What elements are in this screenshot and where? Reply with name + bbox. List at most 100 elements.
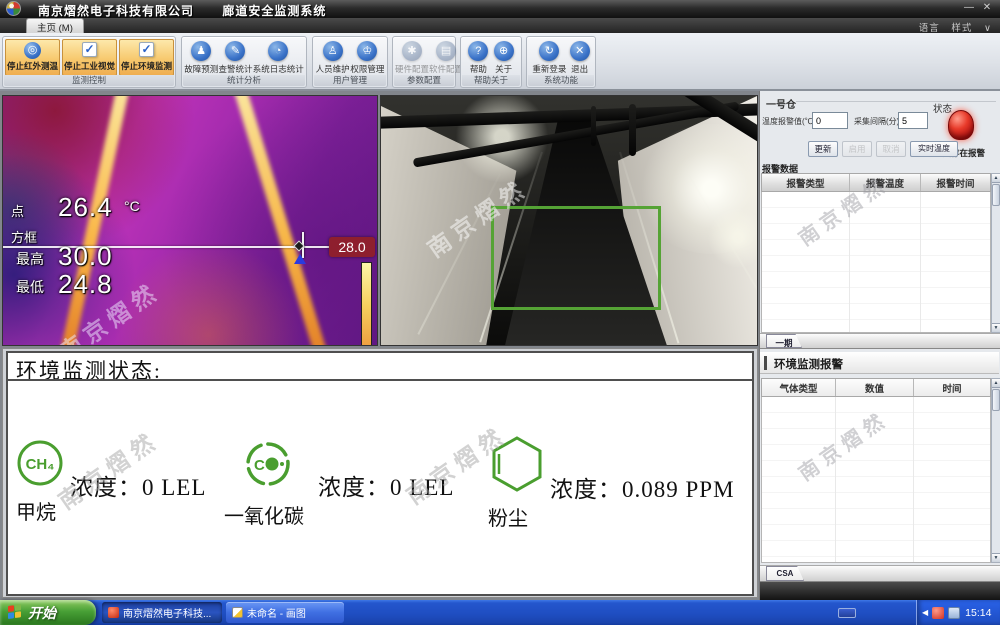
checkbox-check-icon: ✓ — [82, 42, 97, 57]
taskbar-task-paint[interactable]: 未命名 - 画图 — [226, 602, 344, 623]
scroll-up-arrow[interactable]: ▲ — [992, 379, 1000, 388]
taskbar-task-monitor-app[interactable]: 南京熠然电子科技... — [102, 602, 222, 623]
start-label: 开始 — [28, 603, 56, 623]
column-header[interactable]: 报警类型 — [762, 174, 850, 191]
pipe-hanger — [591, 106, 596, 146]
enable-button[interactable]: 启用 — [842, 141, 872, 157]
person-icon: ♟ — [191, 41, 211, 61]
stop-env-monitor-button[interactable]: ✓ 停止环境监测 — [119, 39, 174, 76]
ribbon-group-help-about: ? 帮助 ⊕ 关于 帮助关于 — [460, 36, 522, 88]
language-bar-icon[interactable] — [838, 608, 856, 618]
tray-chevron-icon[interactable]: ◀ — [922, 608, 928, 617]
permission-management-button[interactable]: ♔ 权限管理 — [350, 41, 384, 75]
column-header[interactable]: 报警温度 — [850, 174, 921, 191]
dust-hexagon-icon — [490, 434, 544, 494]
ribbon-group-user-management: ♙ 人员维护 ♔ 权限管理 用户管理 — [312, 36, 388, 88]
tray-app-icon[interactable] — [932, 607, 944, 619]
temp-alarm-input[interactable] — [812, 112, 848, 129]
alarm-table-body — [761, 192, 991, 333]
tab-home[interactable]: 主页 (M) — [26, 18, 84, 33]
alarm-table-scrollbar[interactable]: ▲ ▼ — [991, 173, 1000, 333]
relogin-button[interactable]: ↻ 重新登录 — [532, 41, 566, 75]
update-button[interactable]: 更新 — [808, 141, 838, 157]
temp-alarm-label: 温度报警值(℃): — [762, 116, 818, 127]
button-label: 权限管理 — [350, 63, 384, 75]
group-label: 监测控制 — [4, 75, 174, 86]
scroll-thumb[interactable] — [992, 184, 1000, 206]
group-label: 帮助关于 — [462, 75, 520, 86]
app-task-icon — [108, 607, 119, 618]
button-label: 软件配置 — [429, 63, 463, 75]
box-label: 方框 — [11, 227, 37, 246]
ribbon-group-monitor-control: ◎ 停止红外测温 ✓ 停止工业视觉 ✓ 停止环境监测 监测控制 — [2, 36, 176, 88]
help-button[interactable]: ? 帮助 — [468, 41, 488, 75]
button-label: 退出 — [571, 63, 588, 75]
app-title: 廊道安全监测系统 — [222, 4, 326, 18]
column-divider — [849, 192, 850, 332]
sensor-name-dust: 粉尘 — [488, 502, 528, 531]
point-temperature: 26.4 — [58, 192, 113, 223]
key-icon: ♔ — [357, 41, 377, 61]
scroll-up-arrow[interactable]: ▲ — [992, 174, 1000, 183]
exit-button[interactable]: ✕ 退出 — [570, 41, 590, 75]
column-header[interactable]: 报警时间 — [921, 174, 990, 191]
stop-industrial-vision-button[interactable]: ✓ 停止工业视觉 — [62, 39, 117, 76]
personnel-maintenance-button[interactable]: ♙ 人员维护 — [316, 41, 350, 75]
system-tray: ◀ 15:14 — [916, 600, 1000, 625]
co-icon-label: C — [254, 457, 265, 474]
industrial-camera-view: 南京熠然 — [380, 95, 758, 346]
app-logo-icon — [6, 1, 21, 16]
button-label: 关于 — [495, 63, 512, 75]
groupbox-line — [796, 101, 996, 102]
stop-infrared-button[interactable]: ◎ 停止红外测温 — [5, 39, 60, 76]
realtime-temp-button[interactable]: 实时温度 — [910, 141, 958, 157]
column-header[interactable]: 时间 — [914, 379, 990, 396]
button-label: 帮助 — [470, 63, 487, 75]
hardware-config-button[interactable]: ✱ 硬件配置 — [395, 41, 429, 75]
minimize-button[interactable]: — — [962, 2, 976, 13]
methane-icon: CH₄ — [16, 438, 64, 488]
env-alarm-table-body — [761, 397, 991, 563]
group-label: 系统功能 — [528, 75, 594, 86]
max-label: 最高 — [16, 249, 44, 269]
ribbon-group-parameter-config: ✱ 硬件配置 ▤ 软件配置 参数配置 — [392, 36, 456, 88]
button-label: 系统日志统计 — [253, 63, 304, 75]
alarm-statistics-button[interactable]: ✎ 查警统计 — [218, 41, 252, 75]
env-alarm-scrollbar[interactable]: ▲ ▼ — [991, 378, 1000, 563]
group-label: 参数配置 — [394, 75, 454, 86]
cancel-button[interactable]: 取消 — [876, 141, 906, 157]
max-temperature: 30.0 — [58, 241, 113, 272]
group-label: 统计分析 — [183, 75, 305, 86]
interval-input[interactable] — [898, 112, 928, 129]
column-header[interactable]: 数值 — [836, 379, 914, 396]
min-temperature: 24.8 — [58, 269, 113, 300]
scroll-down-arrow[interactable]: ▼ — [992, 323, 1000, 332]
cold-spot-marker-icon — [294, 254, 306, 264]
close-button[interactable]: ✕ — [980, 2, 994, 13]
group-label: 用户管理 — [314, 75, 386, 86]
task-label: 未命名 - 画图 — [247, 605, 306, 620]
column-header[interactable]: 气体类型 — [762, 379, 836, 396]
about-button[interactable]: ⊕ 关于 — [494, 41, 514, 75]
sensor-name-methane: 甲烷 — [16, 496, 56, 525]
infrared-ring-icon: ◎ — [24, 42, 41, 59]
company-name: 南京熠然电子科技有限公司 — [38, 4, 194, 18]
paint-task-icon — [232, 607, 243, 618]
scroll-thumb[interactable] — [992, 389, 1000, 411]
start-button[interactable]: 开始 — [0, 600, 96, 625]
gear-icon: ✱ — [402, 41, 422, 61]
temperature-scale-bar — [361, 262, 372, 346]
divider — [8, 379, 752, 381]
unit-label: °C — [124, 198, 140, 214]
question-mark-icon: ? — [468, 41, 488, 61]
software-config-button[interactable]: ▤ 软件配置 — [429, 41, 463, 75]
fault-prediction-button[interactable]: ♟ 故障预测 — [184, 41, 218, 75]
button-label: 硬件配置 — [395, 63, 429, 75]
monitor-icon: ▤ — [436, 41, 456, 61]
system-log-statistics-button[interactable]: ◔ 系统日志统计 — [253, 41, 304, 75]
env-alarm-table-header: 气体类型 数值 时间 — [761, 378, 991, 397]
scroll-down-arrow[interactable]: ▼ — [992, 553, 1000, 562]
ribbon: ◎ 停止红外测温 ✓ 停止工业视觉 ✓ 停止环境监测 监测控制 ♟ 故障预测 ✎ — [0, 33, 1000, 91]
tray-device-icon[interactable] — [948, 607, 960, 619]
silo-groupbox-title: 一号仓 — [766, 96, 796, 111]
